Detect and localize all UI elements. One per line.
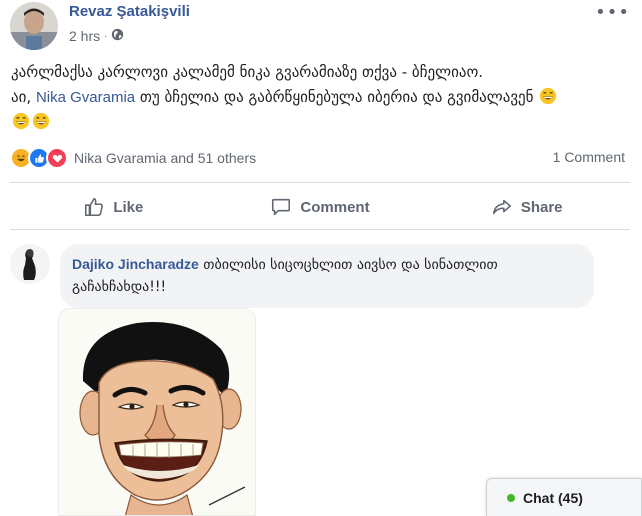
grinning-emoji-icon (32, 112, 50, 130)
love-reaction-icon (46, 147, 68, 169)
meta-separator: · (104, 30, 108, 42)
grinning-emoji-icon (12, 112, 30, 130)
post-meta: 2 hrs · (69, 28, 124, 44)
share-arrow-icon (492, 199, 511, 215)
post-text-suffix: თუ ბჩელია და გაბრწყინებულა იბერია და გვი… (139, 88, 534, 106)
post-timestamp[interactable]: 2 hrs (69, 28, 100, 44)
comment-caricature-image[interactable] (58, 308, 256, 516)
divider (10, 229, 630, 230)
comment-bubble: Dajiko Jincharadze თბილისი სიცოცხლით აივ… (60, 244, 594, 308)
online-status-dot (507, 493, 515, 502)
post-text: კარლმაქსა კარლოვი კალამემ ნიკა გვარამიაზ… (11, 60, 631, 135)
grinning-emoji-icon (540, 87, 557, 105)
author-avatar[interactable] (10, 2, 58, 50)
reactions-text[interactable]: Nika Gvaramia and 51 others (74, 150, 256, 166)
globe-icon[interactable] (111, 28, 124, 44)
thumbs-up-icon (85, 197, 104, 217)
chat-bar[interactable]: Chat (45) (486, 478, 642, 516)
more-options-icon[interactable]: ••• (595, 2, 630, 23)
post-author-name[interactable]: Revaz Şatakişvili (69, 3, 190, 20)
reactions-summary[interactable]: Nika Gvaramia and 51 others (10, 147, 256, 169)
share-button[interactable]: Share (423, 188, 630, 226)
commenter-name[interactable]: Dajiko Jincharadze (72, 256, 199, 272)
like-label: Like (113, 198, 144, 216)
commenter-avatar[interactable] (10, 244, 50, 284)
comment-bubble-icon (272, 198, 291, 216)
comment-count-link[interactable]: 1 Comment (553, 149, 625, 165)
chat-label: Chat (45) (523, 489, 583, 506)
post-actions-bar: Like Comment Share (10, 188, 630, 226)
mention-link[interactable]: Nika Gvaramia (36, 89, 135, 106)
post-text-line-2: აი, Nika Gvaramia თუ ბჩელია და გაბრწყინე… (11, 85, 631, 110)
post-text-prefix: აი, (11, 88, 32, 106)
share-label: Share (520, 198, 563, 216)
divider (10, 182, 630, 183)
comment-button[interactable]: Comment (217, 188, 424, 226)
post-text-line-3 (11, 110, 631, 135)
post-text-line-1: კარლმაქსა კარლოვი კალამემ ნიკა გვარამიაზ… (11, 63, 484, 81)
comment-label: Comment (300, 198, 370, 216)
like-button[interactable]: Like (10, 188, 217, 226)
